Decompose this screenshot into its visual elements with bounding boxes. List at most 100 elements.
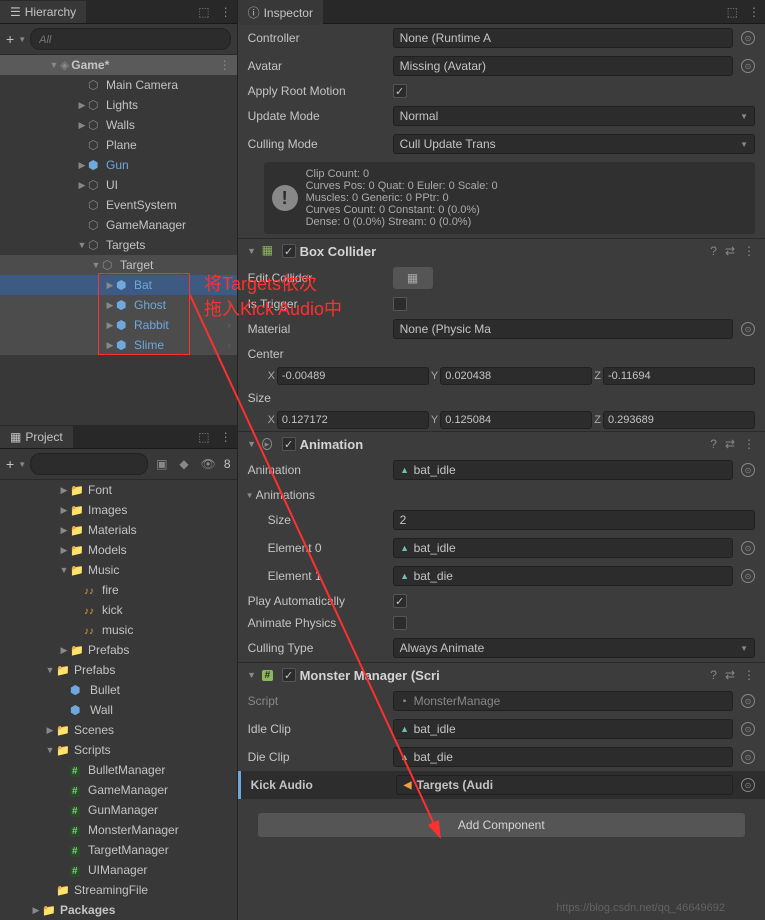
animation-enabled-checkbox[interactable]: [282, 437, 296, 451]
hierarchy-item[interactable]: Target: [0, 255, 237, 275]
edit-collider-button[interactable]: [393, 267, 433, 289]
hierarchy-menu-icon[interactable]: ⋮: [215, 3, 237, 21]
project-item[interactable]: GunManager: [0, 800, 237, 820]
foldout-icon[interactable]: [58, 485, 70, 496]
scene-menu-icon[interactable]: ⋮: [219, 58, 231, 72]
help-icon[interactable]: ?: [708, 437, 719, 451]
hierarchy-item[interactable]: Rabbit›: [0, 315, 237, 335]
object-picker-icon[interactable]: ⊙: [741, 569, 755, 583]
el1-field[interactable]: bat_die: [393, 566, 733, 586]
foldout-icon[interactable]: [58, 545, 70, 556]
project-create-dropdown-icon[interactable]: ▼: [18, 460, 26, 469]
object-picker-icon[interactable]: ⊙: [741, 463, 755, 477]
size-y-field[interactable]: [440, 411, 592, 429]
add-component-button[interactable]: Add Component: [258, 813, 745, 837]
hierarchy-search[interactable]: [30, 28, 230, 50]
hierarchy-item[interactable]: EventSystem: [0, 195, 237, 215]
project-create-button[interactable]: +: [6, 456, 14, 472]
anim-size-field[interactable]: [393, 510, 755, 530]
hierarchy-item[interactable]: UI: [0, 175, 237, 195]
hierarchy-item[interactable]: Ghost›: [0, 295, 237, 315]
update-mode-dropdown[interactable]: Normal: [393, 106, 755, 126]
prefab-arrow-icon[interactable]: ›: [227, 320, 230, 331]
hierarchy-item[interactable]: Targets: [0, 235, 237, 255]
is-trigger-checkbox[interactable]: [393, 297, 407, 311]
center-y-field[interactable]: [440, 367, 592, 385]
foldout-icon[interactable]: [104, 280, 116, 291]
hierarchy-item[interactable]: Walls: [0, 115, 237, 135]
project-item[interactable]: Models: [0, 540, 237, 560]
project-item[interactable]: GameManager: [0, 780, 237, 800]
hierarchy-item[interactable]: GameManager: [0, 215, 237, 235]
project-item[interactable]: UIManager: [0, 860, 237, 880]
project-search[interactable]: [30, 453, 148, 475]
project-item[interactable]: kick: [0, 600, 237, 620]
scene-row[interactable]: Game* ⋮: [0, 55, 237, 75]
component-menu-icon[interactable]: ⋮: [741, 244, 757, 258]
idle-clip-field[interactable]: bat_idle: [393, 719, 733, 739]
project-item[interactable]: MonsterManager: [0, 820, 237, 840]
hidden-icon[interactable]: 👁: [197, 455, 220, 473]
project-item[interactable]: fire: [0, 580, 237, 600]
inspector-tab[interactable]: ⓘ Inspector: [238, 0, 323, 25]
component-menu-icon[interactable]: ⋮: [741, 668, 757, 682]
project-item[interactable]: Prefabs: [0, 660, 237, 680]
project-item[interactable]: TargetManager: [0, 840, 237, 860]
prefab-arrow-icon[interactable]: ›: [227, 280, 230, 291]
hierarchy-tab[interactable]: ☰ Hierarchy: [0, 1, 86, 23]
foldout-icon[interactable]: [104, 320, 116, 331]
project-item[interactable]: Prefabs: [0, 640, 237, 660]
hierarchy-search-input[interactable]: [39, 34, 221, 46]
apply-root-checkbox[interactable]: [393, 84, 407, 98]
material-field[interactable]: None (Physic Ma: [393, 319, 733, 339]
avatar-field[interactable]: Missing (Avatar): [393, 56, 733, 76]
preset-icon[interactable]: ⇄: [723, 668, 737, 682]
inspector-menu-icon[interactable]: ⋮: [743, 3, 765, 21]
search-by-type-icon[interactable]: ▣: [152, 455, 171, 473]
project-item[interactable]: StreamingFile: [0, 880, 237, 900]
animation-header[interactable]: Animation ? ⇄ ⋮: [238, 431, 765, 456]
foldout-icon[interactable]: [90, 260, 102, 270]
component-menu-icon[interactable]: ⋮: [741, 437, 757, 451]
project-item[interactable]: Materials: [0, 520, 237, 540]
hierarchy-item[interactable]: Bat›: [0, 275, 237, 295]
project-item[interactable]: Font: [0, 480, 237, 500]
monster-enabled-checkbox[interactable]: [282, 668, 296, 682]
project-tab[interactable]: ▦ Project: [0, 426, 73, 448]
project-item[interactable]: Bullet: [0, 680, 237, 700]
foldout-icon[interactable]: [58, 565, 70, 575]
foldout-icon[interactable]: [76, 100, 88, 111]
play-auto-checkbox[interactable]: [393, 594, 407, 608]
create-button[interactable]: +: [6, 31, 14, 47]
foldout-icon[interactable]: [30, 905, 42, 916]
foldout-icon[interactable]: [44, 725, 56, 736]
foldout-icon[interactable]: [104, 340, 116, 351]
animations-foldout[interactable]: [244, 491, 256, 500]
monster-manager-header[interactable]: Monster Manager (Scri ? ⇄ ⋮: [238, 662, 765, 687]
hierarchy-item[interactable]: Main Camera: [0, 75, 237, 95]
anim-field[interactable]: bat_idle: [393, 460, 733, 480]
create-dropdown-icon[interactable]: ▼: [18, 35, 26, 44]
project-item[interactable]: Scripts: [0, 740, 237, 760]
foldout-icon[interactable]: [58, 645, 70, 656]
lock-icon[interactable]: ⬚: [193, 3, 214, 21]
box-collider-enabled-checkbox[interactable]: [282, 244, 296, 258]
box-collider-header[interactable]: Box Collider ? ⇄ ⋮: [238, 238, 765, 263]
object-picker-icon[interactable]: ⊙: [741, 694, 755, 708]
help-icon[interactable]: ?: [708, 244, 719, 258]
object-picker-icon[interactable]: ⊙: [741, 778, 755, 792]
foldout-icon[interactable]: [246, 439, 258, 449]
size-z-field[interactable]: [603, 411, 755, 429]
search-by-label-icon[interactable]: ◆: [175, 455, 192, 473]
foldout-icon[interactable]: [104, 300, 116, 311]
center-z-field[interactable]: [603, 367, 755, 385]
hierarchy-item[interactable]: Plane: [0, 135, 237, 155]
project-item[interactable]: Packages: [0, 900, 237, 920]
center-x-field[interactable]: [277, 367, 429, 385]
project-item[interactable]: Scenes: [0, 720, 237, 740]
foldout-icon[interactable]: [246, 670, 258, 680]
el0-field[interactable]: bat_idle: [393, 538, 733, 558]
foldout-icon[interactable]: [76, 160, 88, 171]
object-picker-icon[interactable]: ⊙: [741, 322, 755, 336]
foldout-icon[interactable]: [76, 120, 88, 131]
